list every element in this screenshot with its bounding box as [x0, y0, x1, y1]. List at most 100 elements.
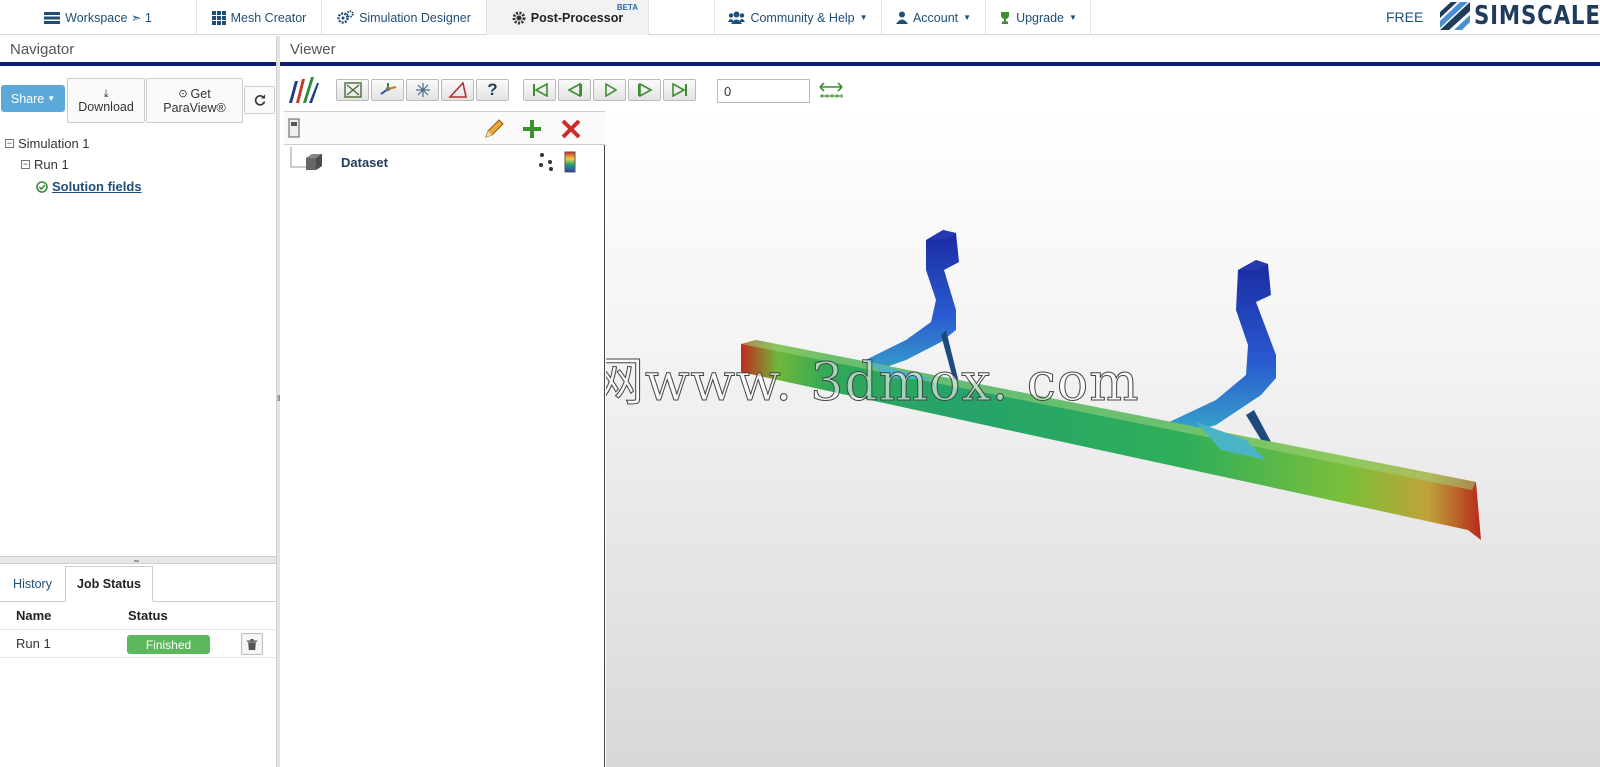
gears-icon: [337, 10, 354, 24]
horizontal-splitter[interactable]: ═: [0, 556, 276, 565]
help-button[interactable]: ?: [476, 79, 509, 101]
status-badge: Finished: [127, 635, 210, 654]
reset-camera-button[interactable]: [336, 79, 369, 101]
render-view[interactable]: 莫西网www. 3dmox. com: [606, 110, 1600, 767]
tab-history[interactable]: History: [0, 566, 65, 602]
tree-node-solution-fields[interactable]: Solution fields: [36, 179, 142, 194]
delete-job-button[interactable]: [241, 633, 263, 655]
nav-mesh-creator[interactable]: Mesh Creator: [197, 0, 322, 35]
plan-label: FREE: [1386, 9, 1424, 25]
top-navigation-bar: Workspace ➣ 1 Mesh Creator Simulation De…: [0, 0, 1600, 35]
get-paraview-top: ⊙ Get: [178, 87, 210, 101]
tab-job-status[interactable]: Job Status: [65, 566, 153, 602]
nav-workspace[interactable]: Workspace ➣ 1: [0, 0, 197, 35]
pipeline-item-dataset[interactable]: Dataset: [284, 147, 605, 177]
last-frame-button[interactable]: [663, 79, 696, 101]
download-circle-icon: ⊙: [178, 88, 188, 100]
play-icon: [604, 83, 618, 97]
timeline-icon[interactable]: [818, 80, 844, 105]
reset-camera-icon: [343, 82, 362, 98]
plus-icon: [523, 120, 541, 138]
add-filter-button[interactable]: [521, 118, 543, 143]
download-button-label: Download: [78, 99, 134, 114]
navigator-title: Navigator: [0, 36, 276, 66]
orientation-axes-button[interactable]: [371, 79, 404, 101]
get-label: Get: [190, 86, 211, 101]
get-paraview-button[interactable]: ⊙ Get ParaView®: [146, 78, 243, 123]
navigator-panel: Navigator Share ▼ ⤓ Download ⊙ Get ParaV…: [0, 36, 276, 767]
frame-input[interactable]: [717, 79, 810, 103]
chevron-down-icon: ▼: [1069, 13, 1077, 22]
viewer-toolbar: ?: [280, 74, 1600, 110]
download-icon: ⤓: [103, 87, 109, 100]
center-button[interactable]: [406, 79, 439, 101]
dataset-label: Dataset: [341, 155, 388, 170]
trophy-icon: [1001, 11, 1010, 24]
nav-upgrade[interactable]: Upgrade ▼: [986, 0, 1091, 35]
edit-filter-button[interactable]: [483, 118, 505, 143]
paraview-logo-icon: [289, 77, 319, 106]
previous-frame-button[interactable]: [558, 79, 591, 101]
nav-community-help[interactable]: Community & Help ▼: [715, 0, 882, 35]
grid-icon: [211, 10, 226, 25]
viewer-title: Viewer: [280, 36, 1600, 66]
first-frame-button[interactable]: [523, 79, 556, 101]
nav-mesh-creator-label: Mesh Creator: [230, 10, 307, 25]
rendered-model: [741, 230, 1481, 540]
users-icon: [728, 11, 746, 24]
job-name: Run 1: [16, 636, 51, 651]
viewer-panel: Viewer ? 0 Dataset 网www. 3dmox. com: [280, 36, 1600, 767]
tab-job-status-label: Job Status: [77, 577, 141, 591]
table-header-row: Name Status: [0, 602, 276, 630]
delete-filter-button[interactable]: [560, 118, 582, 143]
user-icon: [895, 11, 908, 24]
nav-workspace-label: Workspace ➣ 1: [65, 11, 152, 25]
grip-icon: ═: [134, 558, 139, 565]
trash-icon: [247, 638, 257, 650]
navigator-toolbar: Share ▼ ⤓ Download ⊙ Get ParaView®: [0, 76, 276, 123]
gear-icon: [512, 11, 526, 24]
table-row[interactable]: Run 1 Finished: [0, 630, 276, 658]
first-frame-icon: [532, 83, 548, 97]
pipeline-header: [284, 111, 605, 145]
axes-icon: [379, 83, 396, 95]
collapse-icon[interactable]: −: [5, 139, 14, 148]
solution-fields-link[interactable]: Solution fields: [52, 179, 142, 194]
watermark-text: 莫西网www. 3dmox. com: [606, 353, 1140, 414]
workspace-icon: [44, 11, 61, 24]
refresh-icon: [254, 94, 265, 106]
tree-node-run-label: Run 1: [34, 157, 69, 172]
nav-simulation-designer[interactable]: Simulation Designer: [322, 0, 487, 35]
simscale-logo[interactable]: SIMSCALE: [1440, 0, 1600, 32]
paraview-label: ParaView®: [163, 100, 226, 115]
tree-node-simulation[interactable]: − Simulation 1: [5, 136, 90, 151]
tab-history-label: History: [13, 577, 52, 591]
nav-post-processor-label: Post-Processor: [530, 10, 624, 25]
nav-post-processor[interactable]: Post-Processor BETA: [487, 0, 649, 35]
chevron-down-icon: ▼: [963, 13, 972, 22]
points-representation-icon[interactable]: [538, 151, 554, 171]
last-frame-icon: [671, 83, 687, 97]
nav-account[interactable]: Account ▼: [882, 0, 986, 35]
column-header-name: Name: [16, 608, 52, 623]
download-button[interactable]: ⤓ Download: [67, 78, 145, 123]
measure-button[interactable]: [441, 79, 474, 101]
nav-spacer: [649, 0, 715, 35]
pipeline-browser: Dataset: [284, 111, 605, 767]
color-map-icon[interactable]: [564, 151, 576, 173]
angle-icon: [447, 82, 467, 98]
pencil-icon: [485, 119, 504, 138]
refresh-button[interactable]: [244, 86, 275, 114]
beta-badge: BETA: [616, 3, 638, 12]
help-icon: ?: [487, 80, 498, 99]
column-header-status: Status: [128, 608, 168, 623]
tree-node-run[interactable]: − Run 1: [21, 157, 69, 172]
logo-mark-icon: [1440, 2, 1470, 30]
collapse-icon[interactable]: −: [21, 160, 30, 169]
share-button[interactable]: Share ▼: [1, 85, 65, 112]
play-button[interactable]: [593, 79, 626, 101]
server-icon: [288, 118, 300, 141]
next-frame-button[interactable]: [628, 79, 661, 101]
check-circle-icon: [36, 180, 48, 193]
bottom-tabs: History Job Status: [0, 566, 276, 602]
